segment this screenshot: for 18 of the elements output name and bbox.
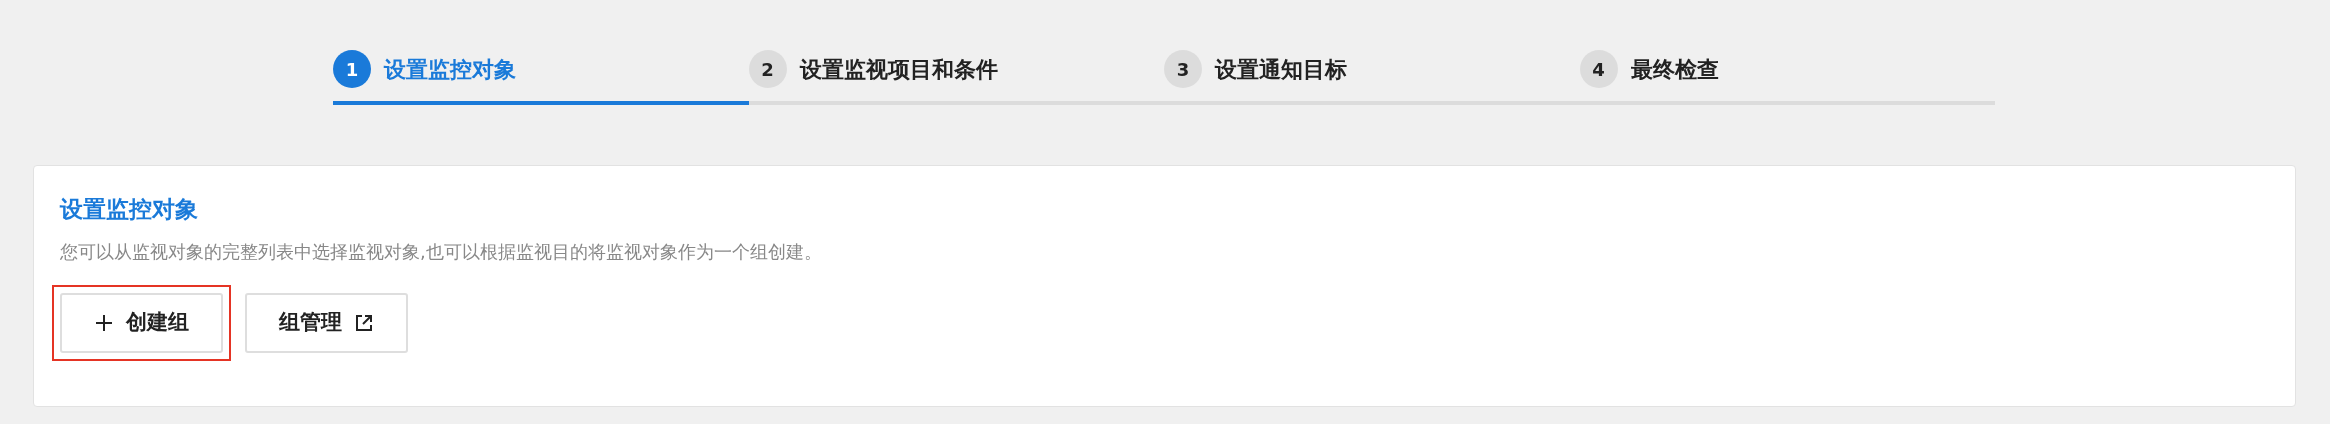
panel-title: 设置监控对象 [60,196,199,224]
step-number: 3 [1164,50,1202,88]
plus-icon [94,312,114,333]
create-group-button[interactable]: 创建组 [60,292,223,353]
external-link-icon [354,312,374,333]
step-tab[interactable]: 3 设置通知目标 [1164,50,1580,105]
step-tab[interactable]: 2 设置监视项目和条件 [748,50,1164,105]
step-tab[interactable]: 4 最终检查 [1579,50,1995,105]
step-label: 设置通知目标 [1215,55,1347,84]
step-label: 设置监视项目和条件 [799,55,998,84]
step-label: 最终检查 [1630,55,1719,84]
step-number: 2 [748,50,787,88]
step-tab[interactable]: 1 设置监控对象 [333,50,749,105]
step-label: 设置监控对象 [384,55,516,84]
manage-groups-button[interactable]: 组管理 [245,292,408,353]
step-number: 1 [333,50,371,88]
panel-description: 您可以从监视对象的完整列表中选择监视对象,也可以根据监视目的将监视对象作为一个组创建。 [60,239,823,264]
step-number: 4 [1579,50,1618,88]
